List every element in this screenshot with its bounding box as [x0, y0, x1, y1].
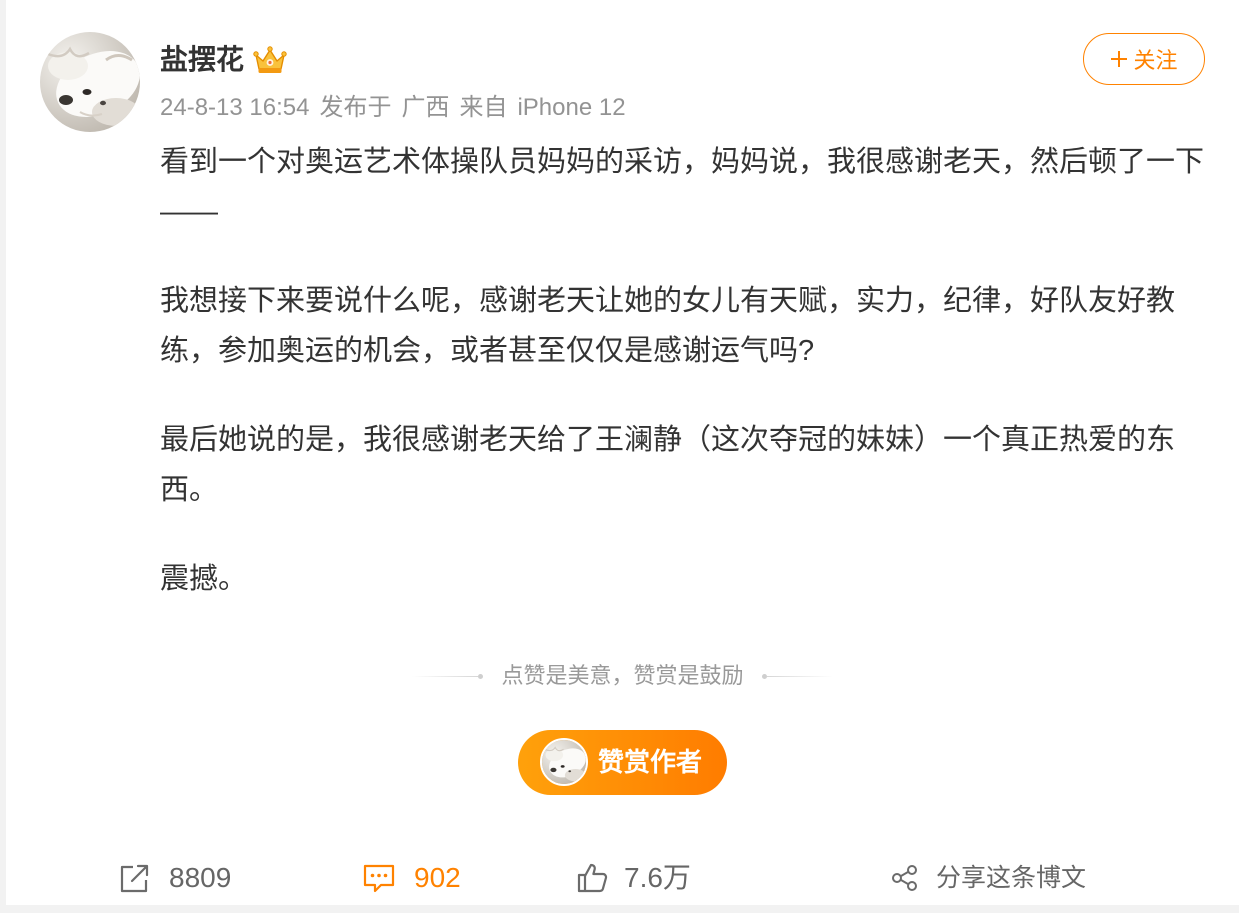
post-text-line: 震撼。	[160, 563, 248, 595]
post-meta: 24-8-13 16:54 发布于 广西 来自 iPhone 12	[160, 93, 636, 123]
post-time[interactable]: 24-8-13 16:54	[160, 94, 309, 121]
post-paragraph: 看到一个对奥运艺术体操队员妈妈的采访，妈妈说，我很感谢老天，然后顿了一下 ——	[160, 137, 1220, 237]
comment-button[interactable]: 902	[362, 858, 461, 898]
post-text-line: 最后她说的是，我很感谢老天给了王澜静（这次夺冠的妹妹）一个真正热爱的东	[160, 424, 1176, 456]
thumbs-up-icon	[576, 862, 608, 894]
author-avatar[interactable]	[40, 32, 140, 132]
post-text-line: 我想接下来要说什么呢，感谢老天让她的女儿有天赋，实力，纪律，好队友好教	[160, 285, 1176, 317]
reward-button-label: 赞赏作者	[598, 747, 703, 777]
post-text-line: 西。	[160, 474, 219, 506]
comment-count: 902	[414, 862, 461, 893]
location-prefix: 发布于	[319, 94, 392, 121]
post-paragraph: 震撼。	[160, 554, 1220, 604]
post-paragraph: 我想接下来要说什么呢，感谢老天让她的女儿有天赋，实力，纪律，好队友好教 练，参加…	[160, 276, 1220, 376]
like-count: 7.6万	[624, 862, 691, 893]
post-content: 看到一个对奥运艺术体操队员妈妈的采访，妈妈说，我很感谢老天，然后顿了一下 —— …	[160, 137, 1220, 643]
follow-button[interactable]: 关注	[1083, 33, 1205, 85]
share-label: 分享这条博文	[936, 864, 1087, 892]
like-button[interactable]: 7.6万	[576, 858, 691, 898]
reward-slogan: 点赞是美意，赞赏是鼓励	[501, 663, 744, 688]
reward-author-button[interactable]: 赞赏作者	[518, 730, 727, 795]
reward-divider: 点赞是美意，赞赏是鼓励	[6, 662, 1239, 690]
repost-count: 8809	[169, 862, 232, 893]
divider-line-left	[412, 675, 479, 677]
post-text-line: 练，参加奥运的机会，或者甚至仅仅是感谢运气吗?	[160, 335, 815, 367]
source-prefix: 来自	[459, 94, 508, 121]
author-name[interactable]: 盐摆花	[160, 42, 244, 78]
divider-line-right	[766, 675, 833, 677]
dog-avatar-image	[542, 740, 586, 784]
post-paragraph: 最后她说的是，我很感谢老天给了王澜静（这次夺冠的妹妹）一个真正热爱的东 西。	[160, 415, 1220, 515]
post-source: iPhone 12	[517, 94, 626, 121]
post-text-line: ——	[160, 196, 218, 228]
divider-dot-left	[478, 673, 484, 679]
share-icon	[891, 864, 919, 892]
repost-icon	[118, 862, 150, 894]
author-row: 盐摆花	[160, 42, 288, 78]
crown-badge-icon[interactable]	[252, 44, 288, 76]
post-location: 广西	[401, 94, 450, 121]
comment-icon	[362, 862, 396, 894]
post-text-line: 看到一个对奥运艺术体操队员妈妈的采访，妈妈说，我很感谢老天，然后顿了一下	[160, 146, 1205, 178]
follow-label: 关注	[1133, 48, 1178, 73]
reward-author-avatar	[540, 738, 588, 786]
dog-avatar-image	[40, 32, 140, 132]
share-button[interactable]: 分享这条博文	[891, 858, 1086, 898]
plus-icon	[1110, 50, 1128, 68]
repost-button[interactable]: 8809	[118, 858, 231, 898]
